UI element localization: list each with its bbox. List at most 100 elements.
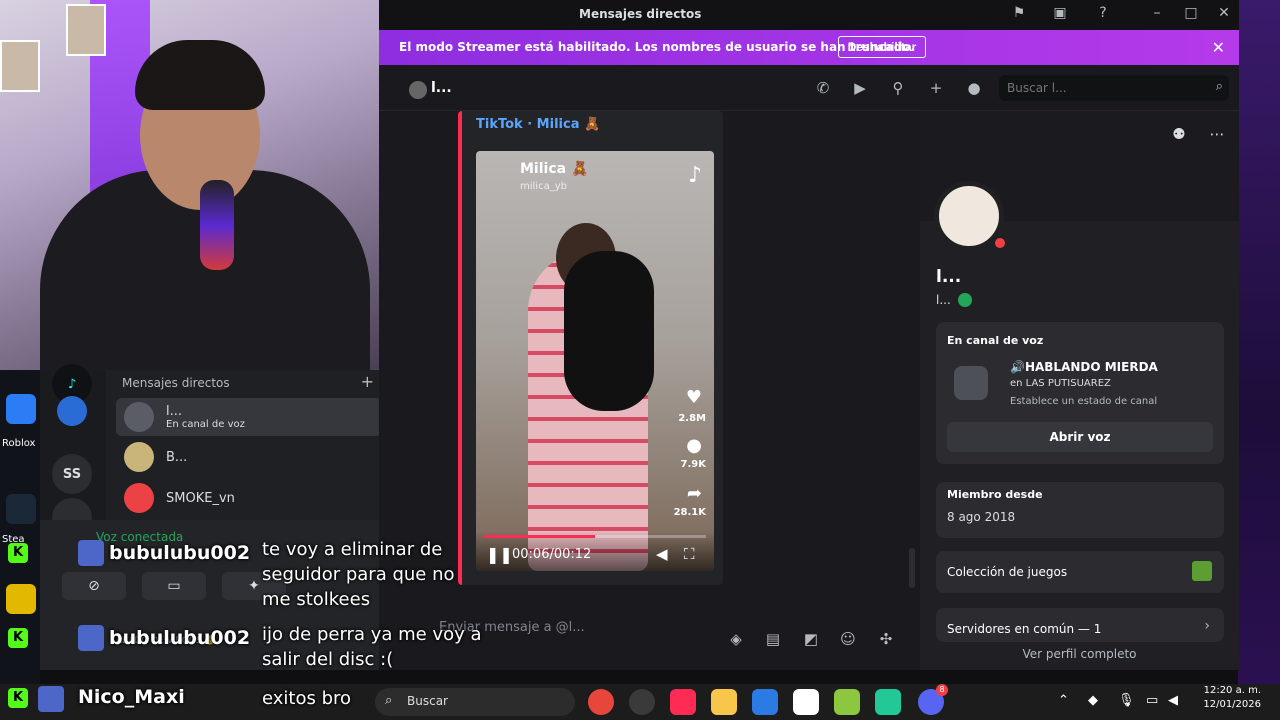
maximize-icon[interactable]: □ (1181, 5, 1201, 25)
volume-icon[interactable]: ◀ (1168, 693, 1178, 708)
voice-card-title: En canal de voz (947, 334, 1044, 347)
gif-icon[interactable]: ▤ (762, 630, 784, 652)
banner-close-icon[interactable]: ✕ (1212, 38, 1225, 57)
dm-name: SMOKE_vn (166, 490, 235, 506)
webcam-feed (0, 0, 380, 370)
dnd-status-icon (992, 235, 1008, 251)
chevron-up-icon[interactable]: ⌃ (1058, 693, 1069, 708)
avatar (124, 483, 154, 513)
inbox-icon[interactable]: ▣ (1050, 5, 1070, 25)
dm-sub: En canal de voz (166, 419, 245, 430)
gift-icon[interactable]: ◈ (725, 630, 747, 652)
overlay-message: ijo de perra ya me voy a salir del disc … (262, 622, 482, 672)
avatar (78, 625, 104, 651)
dm-header: Mensajes directos (122, 376, 230, 390)
embed-provider[interactable]: TikTok · Milica 🧸 (476, 117, 600, 132)
video-cat (564, 251, 654, 411)
steam-icon[interactable] (6, 494, 36, 524)
more-icon[interactable]: ⋯ (1206, 125, 1228, 147)
disable-streamer-button[interactable]: Deshabilitar (838, 36, 926, 58)
overlay-message-line: seguidor para que no (262, 564, 455, 585)
camera-off-button[interactable]: ⊘ (62, 572, 126, 600)
pause-icon[interactable]: ❚❚ (486, 545, 513, 564)
notepad-icon[interactable] (875, 689, 901, 715)
add-friend-icon[interactable]: ⚉ (1168, 125, 1190, 147)
user-profile-icon[interactable]: ● (964, 79, 984, 99)
chevron-right-icon: › (1204, 618, 1210, 634)
kick-badge-icon: K (8, 628, 28, 648)
chat-recipient-name: l... (431, 80, 452, 96)
streamer-hair (135, 40, 265, 110)
set-channel-status[interactable]: Establece un estado de canal (1010, 396, 1157, 407)
emoji-icon[interactable]: ☺ (837, 630, 859, 652)
tiktok-icon[interactable] (670, 689, 696, 715)
profile-name: l... (936, 267, 962, 287)
help-icon[interactable]: ? (1093, 5, 1113, 25)
badge-icon (958, 293, 972, 307)
server-ss[interactable]: SS (52, 454, 92, 494)
video-handle: milica_yb (520, 181, 567, 192)
comment-count: 7.9K (680, 459, 706, 470)
pin-icon[interactable]: ⚲ (888, 79, 908, 99)
open-voice-button[interactable]: Abrir voz (947, 422, 1213, 452)
search-input[interactable] (999, 75, 1199, 101)
video-progress-fill (484, 535, 595, 538)
volume-icon[interactable]: ◀ (656, 545, 668, 563)
tiktok-embed: TikTok · Milica 🧸 Milica 🧸 milica_yb ♪ ♥… (458, 111, 723, 585)
file-explorer-icon[interactable] (711, 689, 737, 715)
capcut-icon[interactable] (793, 689, 819, 715)
view-full-profile[interactable]: Ver perfil completo (920, 647, 1239, 661)
search-icon: ⌕ (385, 693, 393, 708)
add-friends-icon[interactable]: + (926, 79, 946, 99)
mic-icon[interactable]: 🎙 (1118, 693, 1135, 708)
video-progress[interactable] (484, 535, 706, 538)
screen-share-button[interactable]: ▭ (142, 572, 206, 600)
dm-item[interactable]: l... En canal de voz (116, 398, 382, 436)
roblox-icon[interactable] (6, 394, 36, 424)
minimize-icon[interactable]: – (1147, 5, 1167, 25)
tray-app-icon[interactable]: ◆ (1088, 693, 1098, 708)
overlay-username: bubulubu002 (109, 627, 251, 649)
scrollbar[interactable] (909, 548, 915, 588)
chrome-icon[interactable] (588, 689, 614, 715)
avatar (38, 686, 64, 712)
clock-time[interactable]: 12:20 a. m. (1203, 685, 1261, 696)
overlay-username: Nico_Maxi (78, 686, 185, 708)
dm-name: l... (166, 404, 183, 419)
app-icon[interactable] (6, 584, 36, 614)
call-icon[interactable]: ✆ (813, 79, 833, 99)
search-box[interactable]: ⌕ (999, 75, 1229, 101)
servers-common-card[interactable]: Servidores en común — 1 › (936, 608, 1224, 642)
minecraft-icon (1192, 561, 1212, 581)
close-icon[interactable]: ✕ (1214, 5, 1234, 25)
video-player[interactable]: Milica 🧸 milica_yb ♪ ♥ 2.8M ● 7.9K ➦ 28.… (476, 151, 714, 571)
comment-icon: ● (686, 435, 702, 456)
games-card[interactable]: Colección de juegos (936, 551, 1224, 593)
taskbar-search[interactable]: ⌕ Buscar (375, 688, 575, 716)
taskbar: ⌕ Buscar 8 ⌃ ◆ 🎙 ▭ ◀ 12:20 a. m. 12/01/2… (0, 684, 1280, 720)
overlay-message-line: ijo de perra ya me voy a (262, 624, 482, 645)
search-icon: ⌕ (1215, 79, 1223, 94)
member-since-card: Miembro desde 8 ago 2018 (936, 482, 1224, 538)
add-dm-icon[interactable]: + (361, 372, 374, 391)
microphone (200, 180, 234, 270)
sticker-icon[interactable]: ◩ (800, 630, 822, 652)
network-icon[interactable]: ▭ (1146, 693, 1158, 708)
wall-poster (0, 40, 40, 92)
chat-header: l... ✆ ▶ ⚲ + ● ⌕ (379, 65, 1239, 111)
overlay-username: bubulubu002 (109, 542, 251, 564)
avatar (409, 81, 427, 99)
fullscreen-icon[interactable]: ⛶ (684, 545, 695, 563)
video-call-icon[interactable]: ▶ (850, 79, 870, 99)
apps-icon[interactable]: ✣ (875, 630, 897, 652)
dm-item[interactable]: SMOKE_vn (116, 479, 382, 517)
dm-item[interactable]: B... (116, 438, 382, 476)
app-icon[interactable] (834, 689, 860, 715)
kick-badge-icon: K (8, 688, 28, 708)
obs-icon[interactable] (629, 689, 655, 715)
store-icon[interactable] (752, 689, 778, 715)
avatar (78, 540, 104, 566)
server-icon[interactable] (57, 396, 87, 426)
clock-date[interactable]: 12/01/2026 (1201, 699, 1261, 710)
flag-icon[interactable]: ⚑ (1009, 5, 1029, 25)
